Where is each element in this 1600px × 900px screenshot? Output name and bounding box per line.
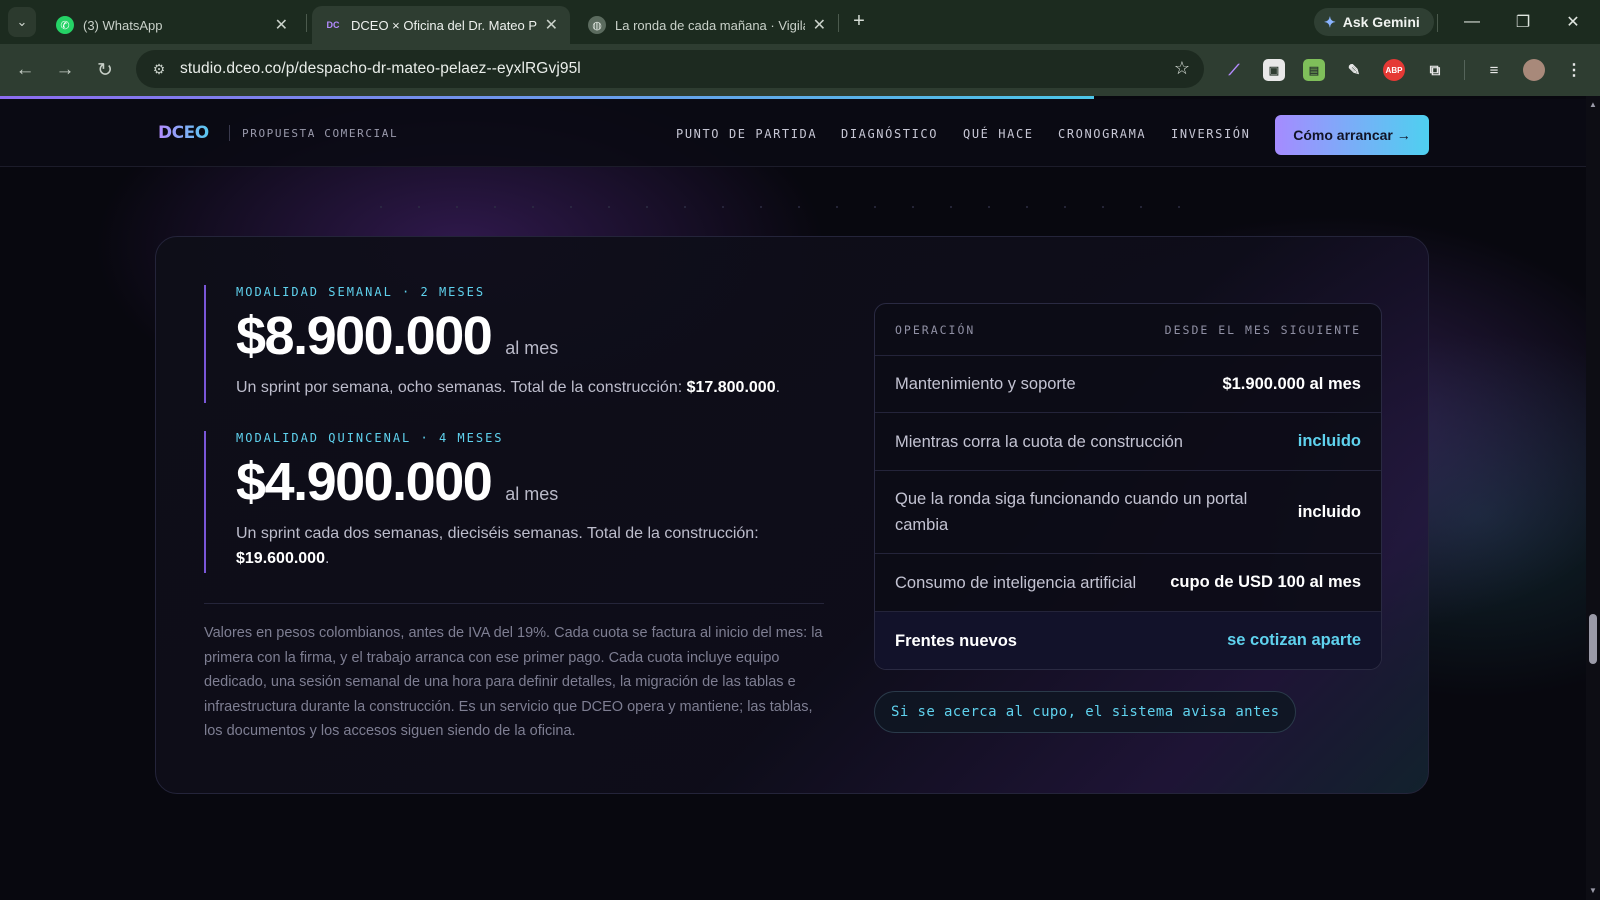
tab-title: (3) WhatsApp: [83, 17, 163, 33]
nav-link-inversion[interactable]: INVERSIÓN: [1171, 127, 1250, 141]
section-divider: [204, 603, 824, 604]
plan-price: $8.900.000: [236, 306, 493, 366]
operations-row-ia: Consumo de inteligencia artificial cupo …: [875, 554, 1381, 612]
row-value: incluido: [1297, 502, 1361, 521]
operations-header: OPERACIÓN DESDE EL MES SIGUIENTE: [875, 304, 1381, 356]
decorative-dots: [380, 206, 1200, 214]
tab-whatsapp[interactable]: ✆ (3) WhatsApp ✕: [44, 6, 300, 44]
site-settings-icon[interactable]: ⚙: [148, 61, 170, 78]
media-controls-icon[interactable]: ≡: [1483, 59, 1505, 81]
plan-semanal: MODALIDAD SEMANAL · 2 MESES $8.900.000 a…: [204, 285, 814, 403]
eyedropper-extension-icon[interactable]: ✎: [1343, 59, 1365, 81]
reload-icon[interactable]: ↻: [92, 57, 118, 83]
page-viewport: DCEO PROPUESTA COMERCIAL PUNTO DE PARTID…: [0, 96, 1586, 900]
plan-total: $17.800.000: [686, 379, 776, 396]
tab-title: DCEO × Oficina del Dr. Mateo Pelá: [351, 17, 537, 33]
price-row: $8.900.000 al mes: [236, 305, 814, 367]
close-tab-icon[interactable]: ✕: [813, 15, 826, 35]
operations-row-ronda: Que la ronda siga funcionando cuando un …: [875, 471, 1381, 554]
operations-row-mantenimiento: Mantenimiento y soporte $1.900.000 al me…: [875, 356, 1381, 413]
plan-period: al mes: [505, 484, 559, 504]
pricing-footnote: Valores en pesos colombianos, antes de I…: [204, 625, 823, 739]
tab-search-button[interactable]: ⌄: [8, 7, 36, 37]
scroll-up-arrow-icon[interactable]: ▲: [1588, 100, 1598, 109]
nav-link-diagnostico[interactable]: DIAGNÓSTICO: [841, 127, 938, 141]
plan-price: $4.900.000: [236, 452, 493, 512]
ask-gemini-button[interactable]: ✦ Ask Gemini: [1314, 8, 1434, 36]
close-tab-icon[interactable]: ✕: [275, 15, 288, 35]
gemini-sparkle-icon: ✦: [1324, 13, 1336, 30]
url-text[interactable]: studio.dceo.co/p/despacho-dr-mateo-pelae…: [180, 60, 581, 78]
plan-description-end: .: [775, 379, 781, 396]
row-value: se cotizan aparte: [1227, 631, 1361, 649]
row-label: Que la ronda siga funcionando cuando un …: [895, 490, 1248, 534]
row-value: cupo de USD 100 al mes: [1170, 573, 1361, 591]
nav-link-cronograma[interactable]: CRONOGRAMA: [1058, 127, 1146, 141]
restore-icon[interactable]: ❐: [1511, 10, 1535, 34]
ticket-extension-icon[interactable]: ▤: [1303, 59, 1325, 81]
adblock-extension-icon[interactable]: ABP: [1383, 59, 1405, 81]
row-label: Mientras corra la cuota de construcción: [895, 432, 1183, 451]
nav-link-que-hace[interactable]: QUÉ HACE: [963, 127, 1034, 141]
operations-table: OPERACIÓN DESDE EL MES SIGUIENTE Manteni…: [874, 303, 1382, 670]
plan-description: Un sprint por semana, ocho semanas. Tota…: [236, 375, 814, 400]
menu-kebab-icon[interactable]: ⋮: [1563, 59, 1585, 81]
como-arrancar-button[interactable]: Cómo arrancar →: [1275, 115, 1429, 155]
scroll-down-arrow-icon[interactable]: ▼: [1588, 886, 1598, 895]
operations-row-frentes: Frentes nuevos se cotizan aparte: [875, 612, 1381, 669]
site-header: DCEO PROPUESTA COMERCIAL PUNTO DE PARTID…: [0, 99, 1586, 167]
whatsapp-icon: ✆: [56, 16, 74, 34]
tab-title: La ronda de cada mañana · Vigilan: [615, 17, 805, 33]
minimize-icon[interactable]: —: [1460, 10, 1484, 34]
gemini-label: Ask Gemini: [1342, 14, 1420, 30]
pricing-card: MODALIDAD SEMANAL · 2 MESES $8.900.000 a…: [155, 236, 1429, 794]
plan-quincenal: MODALIDAD QUINCENAL · 4 MESES $4.900.000…: [204, 431, 814, 573]
globe-icon: ◍: [588, 16, 606, 34]
plus-icon: +: [853, 9, 865, 32]
plan-description-end: .: [324, 550, 330, 567]
plan-label: MODALIDAD SEMANAL · 2 MESES: [236, 285, 486, 299]
plan-description-text: Un sprint por semana, ocho semanas. Tota…: [236, 379, 687, 396]
plan-label: MODALIDAD QUINCENAL · 4 MESES: [236, 431, 504, 445]
partially-hidden-text: [160, 167, 1020, 177]
header-kicker: PROPUESTA COMERCIAL: [242, 127, 399, 140]
row-label: Frentes nuevos: [895, 631, 1017, 650]
chevron-down-icon: ⌄: [16, 14, 28, 29]
plan-period: al mes: [505, 338, 559, 358]
puzzle-extension-icon[interactable]: ⧉: [1424, 59, 1446, 81]
price-row: $4.900.000 al mes: [236, 451, 814, 513]
close-window-icon[interactable]: ✕: [1561, 10, 1585, 34]
row-label: Mantenimiento y soporte: [895, 375, 1076, 393]
tab-dceo[interactable]: DC DCEO × Oficina del Dr. Mateo Pelá ✕: [312, 6, 570, 44]
browser-toolbar: ← → ↻ ⚙ studio.dceo.co/p/despacho-dr-mat…: [0, 44, 1600, 96]
dceo-icon: DC: [326, 20, 340, 30]
row-label: Consumo de inteligencia artificial: [895, 573, 1137, 592]
row-value: $1.900.000 al mes: [1222, 374, 1361, 393]
plan-description-text: Un sprint cada dos semanas, dieciséis se…: [236, 525, 759, 542]
row-value: incluido: [1297, 432, 1361, 450]
operations-header-right: DESDE EL MES SIGUIENTE: [1164, 322, 1361, 337]
plan-description: Un sprint cada dos semanas, dieciséis se…: [236, 521, 796, 571]
dceo-logo[interactable]: DCEO: [158, 123, 209, 143]
browser-tab-bar: ⌄ ✆ (3) WhatsApp ✕ DC DCEO × Oficina del…: [0, 0, 1600, 44]
nav-link-punto-de-partida[interactable]: PUNTO DE PARTIDA: [676, 127, 817, 141]
profile-avatar[interactable]: [1523, 59, 1545, 81]
plan-total: $19.600.000: [236, 550, 325, 567]
quota-notice-pill: Si se acerca al cupo, el sistema avisa a…: [874, 691, 1297, 733]
tab-ronda[interactable]: ◍ La ronda de cada mañana · Vigilan ✕: [576, 6, 838, 44]
new-tab-button[interactable]: +: [846, 8, 872, 34]
bookmark-star-icon[interactable]: ☆: [1174, 58, 1190, 79]
briefcase-extension-icon[interactable]: ▣: [1263, 59, 1285, 81]
scrollbar-thumb[interactable]: [1589, 614, 1597, 664]
operations-header-left: OPERACIÓN: [895, 322, 976, 337]
close-tab-icon[interactable]: ✕: [545, 15, 558, 35]
logo-divider: [229, 125, 230, 141]
address-bar[interactable]: ⚙ studio.dceo.co/p/despacho-dr-mateo-pel…: [136, 50, 1204, 88]
feather-extension-icon[interactable]: ⟋: [1223, 59, 1245, 81]
operations-row-cuota: Mientras corra la cuota de construcción …: [875, 413, 1381, 471]
back-icon[interactable]: ←: [12, 57, 38, 83]
page-scrollbar[interactable]: ▲ ▼: [1586, 96, 1600, 900]
forward-icon[interactable]: →: [52, 57, 78, 83]
